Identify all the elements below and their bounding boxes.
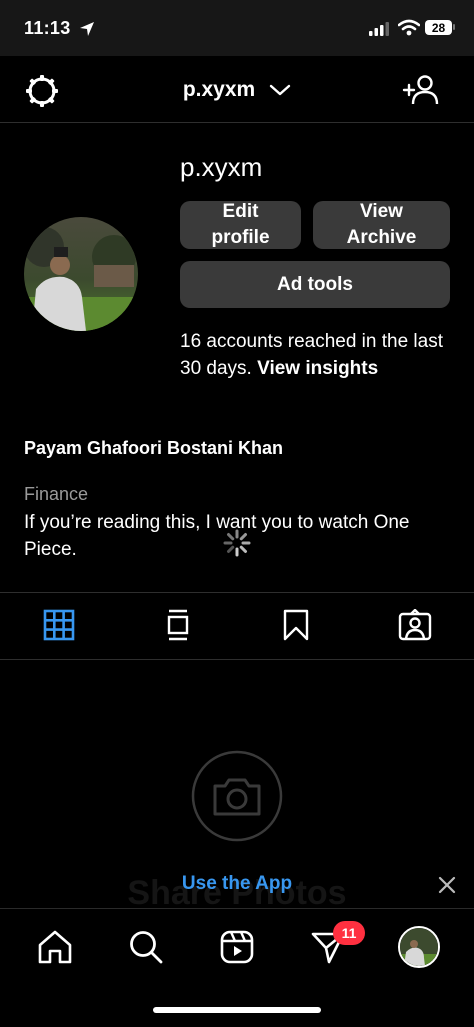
avatar-thumbnail — [400, 928, 438, 966]
profile-content-tabs — [0, 592, 474, 660]
battery-icon: 28 — [425, 20, 452, 35]
profile-full-name: Payam Ghafoori Bostani Khan — [24, 438, 284, 458]
battery-level: 28 — [431, 20, 446, 35]
tagged-person-icon — [398, 609, 432, 641]
insights-summary: 16 accounts reached in the last 30 days.… — [180, 328, 460, 382]
view-insights-link[interactable]: View insights — [257, 358, 378, 379]
profile-avatar[interactable] — [24, 217, 138, 331]
tab-feed[interactable] — [156, 603, 200, 647]
loading-spinner-icon — [223, 529, 251, 557]
messages-badge: 11 — [333, 921, 365, 945]
home-indicator — [153, 1007, 321, 1013]
profile-category: Finance — [24, 484, 89, 504]
profile-photo — [24, 217, 138, 331]
profile-tab-avatar[interactable] — [398, 926, 440, 968]
search-icon[interactable] — [128, 929, 164, 965]
wifi-icon — [398, 19, 420, 36]
status-time: 11:13 — [24, 18, 71, 38]
grid-icon — [43, 609, 75, 641]
chevron-down-icon — [269, 84, 291, 96]
header-username: p.xyxm — [182, 78, 256, 101]
view-archive-button[interactable]: View Archive — [313, 201, 450, 249]
use-the-app-link[interactable]: Use the App — [0, 873, 474, 895]
feed-icon — [167, 609, 189, 641]
profile-username: p.xyxm — [180, 152, 263, 182]
tab-saved[interactable] — [274, 603, 318, 647]
ad-tools-button[interactable]: Ad tools — [180, 261, 450, 308]
reels-icon[interactable] — [219, 929, 255, 965]
tab-posts-grid[interactable] — [37, 603, 81, 647]
close-icon[interactable] — [438, 876, 456, 894]
edit-profile-button[interactable]: Edit profile — [180, 201, 301, 249]
battery-cap — [453, 24, 455, 30]
camera-circle-icon — [191, 750, 283, 842]
bookmark-icon — [283, 609, 309, 641]
tab-tagged[interactable] — [393, 603, 437, 647]
add-person-icon[interactable] — [402, 74, 440, 106]
home-icon[interactable] — [37, 929, 73, 965]
cellular-signal-icon — [369, 22, 389, 36]
location-arrow-icon — [80, 22, 94, 36]
